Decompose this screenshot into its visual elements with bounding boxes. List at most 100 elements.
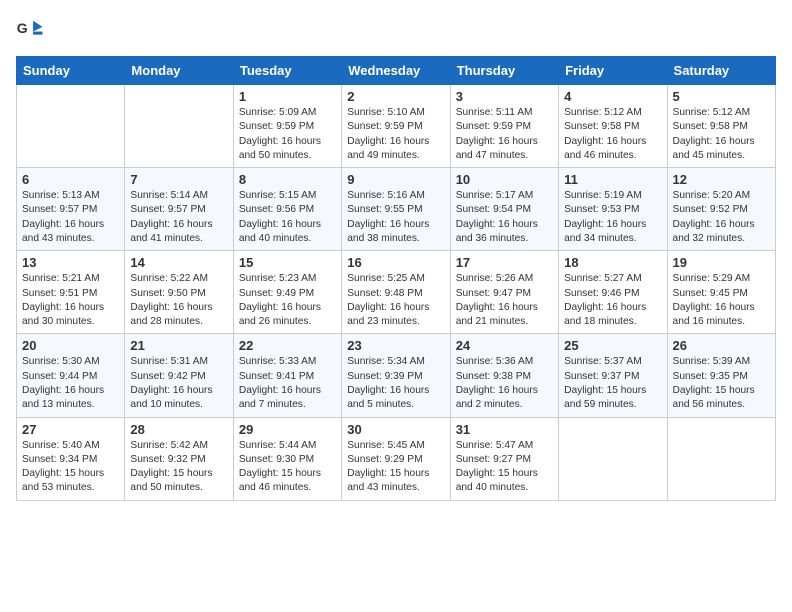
day-number: 30 — [347, 422, 444, 437]
day-content: Sunrise: 5:22 AM Sunset: 9:50 PM Dayligh… — [130, 272, 227, 329]
calendar-week-row: 1Sunrise: 5:09 AM Sunset: 9:59 PM Daylig… — [17, 85, 776, 168]
calendar-cell: 14 Sunrise: 5:22 AM Sunset: 9:50 PM Dayli… — [125, 251, 233, 334]
calendar-cell: 29Sunrise: 5:44 AM Sunset: 9:30 PM Dayli… — [233, 417, 341, 500]
calendar-week-row: 20 Sunrise: 5:30 AM Sunset: 9:44 PM Dayli… — [17, 334, 776, 417]
day-content: Sunrise: 5:33 AM Sunset: 9:41 PM Dayligh… — [239, 355, 336, 412]
calendar-cell: 30 Sunrise: 5:45 AM Sunset: 9:29 PM Dayli… — [342, 417, 450, 500]
calendar-cell: 7 Sunrise: 5:14 AM Sunset: 9:57 PM Daylig… — [125, 168, 233, 251]
day-content: Sunrise: 5:12 AM Sunset: 9:58 PM Dayligh… — [673, 106, 770, 163]
day-number: 15 — [239, 255, 336, 270]
day-content: Sunrise: 5:40 AM Sunset: 9:34 PM Dayligh… — [22, 439, 119, 496]
day-header-friday: Friday — [559, 57, 667, 85]
day-number: 19 — [673, 255, 770, 270]
day-number: 31 — [456, 422, 553, 437]
day-content: Sunrise: 5:21 AM Sunset: 9:51 PM Dayligh… — [22, 272, 119, 329]
day-content: Sunrise: 5:47 AM Sunset: 9:27 PM Dayligh… — [456, 439, 553, 496]
day-number: 12 — [673, 172, 770, 187]
calendar-cell: 18 Sunrise: 5:27 AM Sunset: 9:46 PM Dayli… — [559, 251, 667, 334]
calendar-cell: 22 Sunrise: 5:33 AM Sunset: 9:41 PM Dayli… — [233, 334, 341, 417]
calendar-table: SundayMondayTuesdayWednesdayThursdayFrid… — [16, 56, 776, 501]
calendar-cell: 31 Sunrise: 5:47 AM Sunset: 9:27 PM Dayli… — [450, 417, 558, 500]
day-content: Sunrise: 5:15 AM Sunset: 9:56 PM Dayligh… — [239, 189, 336, 246]
day-number: 26 — [673, 338, 770, 353]
day-content: Sunrise: 5:09 AM Sunset: 9:59 PM Dayligh… — [239, 106, 336, 163]
calendar-cell: 21 Sunrise: 5:31 AM Sunset: 9:42 PM Dayli… — [125, 334, 233, 417]
day-content: Sunrise: 5:10 AM Sunset: 9:59 PM Dayligh… — [347, 106, 444, 163]
calendar-header-row: SundayMondayTuesdayWednesdayThursdayFrid… — [17, 57, 776, 85]
day-number: 25 — [564, 338, 661, 353]
day-content: Sunrise: 5:17 AM Sunset: 9:54 PM Dayligh… — [456, 189, 553, 246]
calendar-cell: 1Sunrise: 5:09 AM Sunset: 9:59 PM Daylig… — [233, 85, 341, 168]
calendar-cell: 24Sunrise: 5:36 AM Sunset: 9:38 PM Dayli… — [450, 334, 558, 417]
day-content: Sunrise: 5:23 AM Sunset: 9:49 PM Dayligh… — [239, 272, 336, 329]
day-content: Sunrise: 5:13 AM Sunset: 9:57 PM Dayligh… — [22, 189, 119, 246]
day-content: Sunrise: 5:19 AM Sunset: 9:53 PM Dayligh… — [564, 189, 661, 246]
day-number: 5 — [673, 89, 770, 104]
day-content: Sunrise: 5:31 AM Sunset: 9:42 PM Dayligh… — [130, 355, 227, 412]
day-number: 28 — [130, 422, 227, 437]
day-header-wednesday: Wednesday — [342, 57, 450, 85]
calendar-cell: 28 Sunrise: 5:42 AM Sunset: 9:32 PM Dayli… — [125, 417, 233, 500]
day-number: 2 — [347, 89, 444, 104]
day-content: Sunrise: 5:29 AM Sunset: 9:45 PM Dayligh… — [673, 272, 770, 329]
day-number: 4 — [564, 89, 661, 104]
calendar-cell: 16Sunrise: 5:25 AM Sunset: 9:48 PM Dayli… — [342, 251, 450, 334]
day-number: 27 — [22, 422, 119, 437]
day-number: 8 — [239, 172, 336, 187]
day-content: Sunrise: 5:14 AM Sunset: 9:57 PM Dayligh… — [130, 189, 227, 246]
calendar-week-row: 6 Sunrise: 5:13 AM Sunset: 9:57 PM Daylig… — [17, 168, 776, 251]
calendar-cell: 26 Sunrise: 5:39 AM Sunset: 9:35 PM Dayli… — [667, 334, 775, 417]
day-content: Sunrise: 5:37 AM Sunset: 9:37 PM Dayligh… — [564, 355, 661, 412]
calendar-cell: 19 Sunrise: 5:29 AM Sunset: 9:45 PM Dayli… — [667, 251, 775, 334]
calendar-cell: 10Sunrise: 5:17 AM Sunset: 9:54 PM Dayli… — [450, 168, 558, 251]
day-content: Sunrise: 5:16 AM Sunset: 9:55 PM Dayligh… — [347, 189, 444, 246]
day-number: 7 — [130, 172, 227, 187]
calendar-cell: 23Sunrise: 5:34 AM Sunset: 9:39 PM Dayli… — [342, 334, 450, 417]
day-number: 18 — [564, 255, 661, 270]
day-content: Sunrise: 5:11 AM Sunset: 9:59 PM Dayligh… — [456, 106, 553, 163]
page-header: G — [16, 16, 776, 44]
calendar-cell — [667, 417, 775, 500]
calendar-cell: 20 Sunrise: 5:30 AM Sunset: 9:44 PM Dayli… — [17, 334, 125, 417]
calendar-cell: 5 Sunrise: 5:12 AM Sunset: 9:58 PM Daylig… — [667, 85, 775, 168]
calendar-cell: 4Sunrise: 5:12 AM Sunset: 9:58 PM Daylig… — [559, 85, 667, 168]
calendar-cell: 13 Sunrise: 5:21 AM Sunset: 9:51 PM Dayli… — [17, 251, 125, 334]
logo: G — [16, 16, 48, 44]
calendar-week-row: 13 Sunrise: 5:21 AM Sunset: 9:51 PM Dayli… — [17, 251, 776, 334]
calendar-week-row: 27 Sunrise: 5:40 AM Sunset: 9:34 PM Dayli… — [17, 417, 776, 500]
logo-icon: G — [16, 16, 44, 44]
day-content: Sunrise: 5:45 AM Sunset: 9:29 PM Dayligh… — [347, 439, 444, 496]
calendar-cell — [125, 85, 233, 168]
day-number: 17 — [456, 255, 553, 270]
calendar-cell: 11 Sunrise: 5:19 AM Sunset: 9:53 PM Dayli… — [559, 168, 667, 251]
day-header-thursday: Thursday — [450, 57, 558, 85]
calendar-cell: 12Sunrise: 5:20 AM Sunset: 9:52 PM Dayli… — [667, 168, 775, 251]
calendar-cell: 15 Sunrise: 5:23 AM Sunset: 9:49 PM Dayli… — [233, 251, 341, 334]
svg-text:G: G — [17, 20, 28, 36]
day-content: Sunrise: 5:27 AM Sunset: 9:46 PM Dayligh… — [564, 272, 661, 329]
day-header-sunday: Sunday — [17, 57, 125, 85]
calendar-cell: 9Sunrise: 5:16 AM Sunset: 9:55 PM Daylig… — [342, 168, 450, 251]
day-number: 22 — [239, 338, 336, 353]
day-content: Sunrise: 5:42 AM Sunset: 9:32 PM Dayligh… — [130, 439, 227, 496]
day-number: 11 — [564, 172, 661, 187]
day-number: 14 — [130, 255, 227, 270]
day-content: Sunrise: 5:36 AM Sunset: 9:38 PM Dayligh… — [456, 355, 553, 412]
calendar-cell: 3 Sunrise: 5:11 AM Sunset: 9:59 PM Daylig… — [450, 85, 558, 168]
day-number: 20 — [22, 338, 119, 353]
day-number: 6 — [22, 172, 119, 187]
calendar-cell — [17, 85, 125, 168]
day-number: 21 — [130, 338, 227, 353]
day-content: Sunrise: 5:26 AM Sunset: 9:47 PM Dayligh… — [456, 272, 553, 329]
day-number: 13 — [22, 255, 119, 270]
day-content: Sunrise: 5:30 AM Sunset: 9:44 PM Dayligh… — [22, 355, 119, 412]
calendar-cell: 6 Sunrise: 5:13 AM Sunset: 9:57 PM Daylig… — [17, 168, 125, 251]
calendar-cell — [559, 417, 667, 500]
calendar-cell: 25 Sunrise: 5:37 AM Sunset: 9:37 PM Dayli… — [559, 334, 667, 417]
calendar-cell: 17 Sunrise: 5:26 AM Sunset: 9:47 PM Dayli… — [450, 251, 558, 334]
day-header-saturday: Saturday — [667, 57, 775, 85]
day-content: Sunrise: 5:44 AM Sunset: 9:30 PM Dayligh… — [239, 439, 336, 496]
calendar-cell: 27 Sunrise: 5:40 AM Sunset: 9:34 PM Dayli… — [17, 417, 125, 500]
day-number: 3 — [456, 89, 553, 104]
day-content: Sunrise: 5:39 AM Sunset: 9:35 PM Dayligh… — [673, 355, 770, 412]
